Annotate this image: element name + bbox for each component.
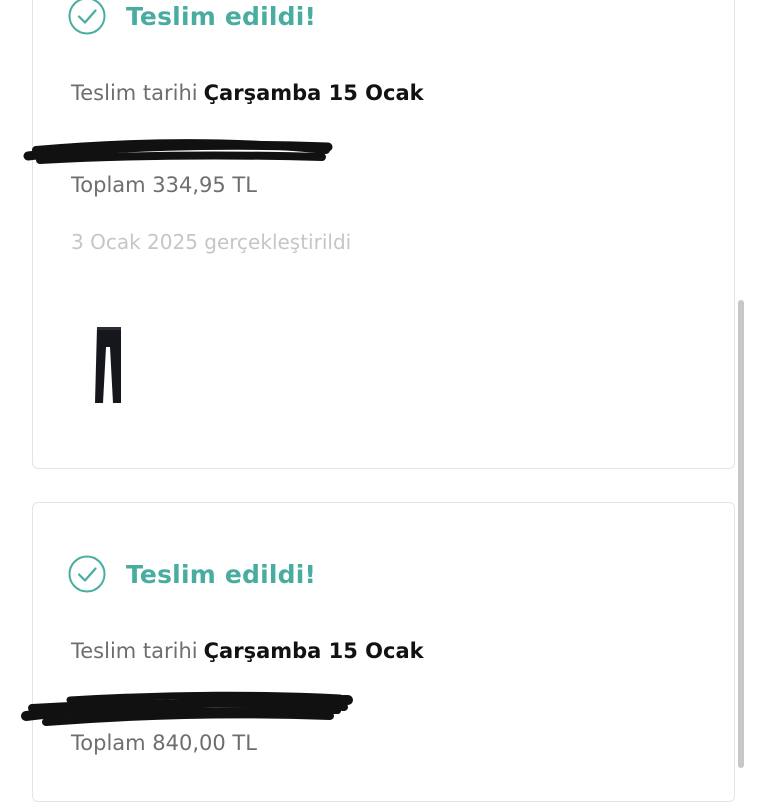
scrollbar-thumb[interactable] <box>738 300 744 768</box>
scrollbar[interactable] <box>738 300 744 768</box>
redaction-scribble <box>21 139 353 726</box>
